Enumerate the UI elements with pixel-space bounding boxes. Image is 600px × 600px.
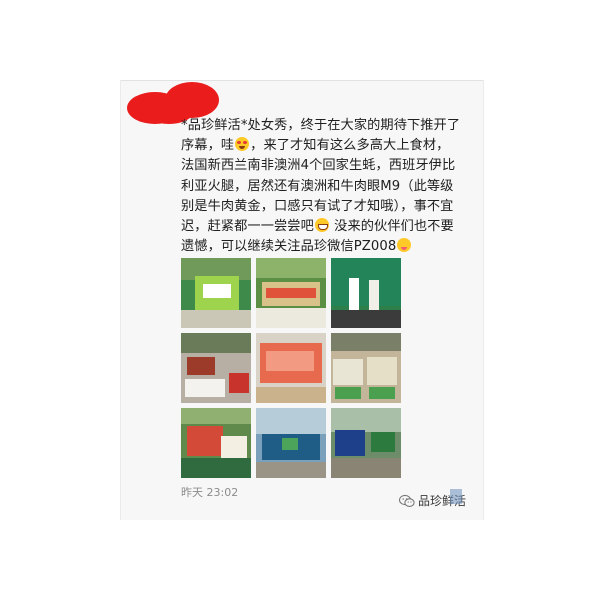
grinning-face-icon bbox=[314, 217, 329, 232]
face-savoring-food-icon bbox=[397, 238, 412, 253]
post-text-line: 遗憾，可以继续关注品珍微信PZ008 bbox=[181, 237, 481, 257]
photo-thumbnail[interactable] bbox=[181, 258, 251, 328]
source-link[interactable]: 品珍鲜活 bbox=[399, 489, 466, 509]
photo-thumbnail[interactable] bbox=[181, 408, 251, 478]
wechat-icon bbox=[399, 494, 415, 507]
photo-thumbnail[interactable] bbox=[331, 408, 401, 478]
post-timestamp: 昨天 23:02 bbox=[181, 486, 239, 499]
text-segment: 序幕，哇 bbox=[181, 138, 235, 154]
photo-thumbnail[interactable] bbox=[256, 333, 326, 403]
photo-thumbnail[interactable] bbox=[331, 333, 401, 403]
post-text-line: 序幕，哇 ，来了才知有这么多高大上食材， bbox=[181, 136, 481, 156]
post-text: *品珍鲜活*处女秀，终于在大家的期待下推开了 序幕，哇 ，来了才知有这么多高大上食… bbox=[181, 116, 481, 257]
text-segment: 法国新西兰南非澳洲4个回家生蚝，西班牙伊比 bbox=[181, 158, 456, 174]
smiling-face-with-heart-eyes-icon bbox=[235, 137, 250, 152]
divider bbox=[121, 80, 483, 81]
photo-thumbnail[interactable] bbox=[331, 258, 401, 328]
photo-grid bbox=[181, 258, 401, 478]
text-segment: 利亚火腿，居然还有澳洲和牛肉眼M9（此等级 bbox=[181, 178, 454, 194]
text-segment: *品珍鲜活*处女秀，终于在大家的期待下推开了 bbox=[181, 118, 461, 133]
post-text-line: 别是牛肉黄金，口感只有试了才知哦），事不宜 bbox=[181, 197, 481, 217]
redacted-mark bbox=[450, 489, 463, 504]
text-segment: 没来的伙伴们也不要 bbox=[329, 218, 454, 234]
photo-thumbnail[interactable] bbox=[256, 408, 326, 478]
post-text-line: 利亚火腿，居然还有澳洲和牛肉眼M9（此等级 bbox=[181, 177, 481, 197]
photo-thumbnail[interactable] bbox=[181, 333, 251, 403]
post-text-line: 法国新西兰南非澳洲4个回家生蚝，西班牙伊比 bbox=[181, 156, 481, 176]
moments-post-card: *品珍鲜活*处女秀，终于在大家的期待下推开了 序幕，哇 ，来了才知有这么多高大上食… bbox=[120, 80, 484, 520]
post-text-line: *品珍鲜活*处女秀，终于在大家的期待下推开了 bbox=[181, 116, 481, 136]
source-name: 品珍鲜活 bbox=[418, 489, 466, 509]
text-segment: 遗憾，可以继续关注品珍微信PZ008 bbox=[181, 239, 397, 255]
photo-thumbnail[interactable] bbox=[256, 258, 326, 328]
post-text-line: 迟，赶紧都一一尝尝吧 没来的伙伴们也不要 bbox=[181, 217, 481, 237]
text-segment: ，来了才知有这么多高大上食材， bbox=[250, 138, 450, 154]
text-segment: 迟，赶紧都一一尝尝吧 bbox=[181, 218, 314, 234]
text-segment: 别是牛肉黄金，口感只有试了才知哦），事不宜 bbox=[181, 198, 454, 214]
